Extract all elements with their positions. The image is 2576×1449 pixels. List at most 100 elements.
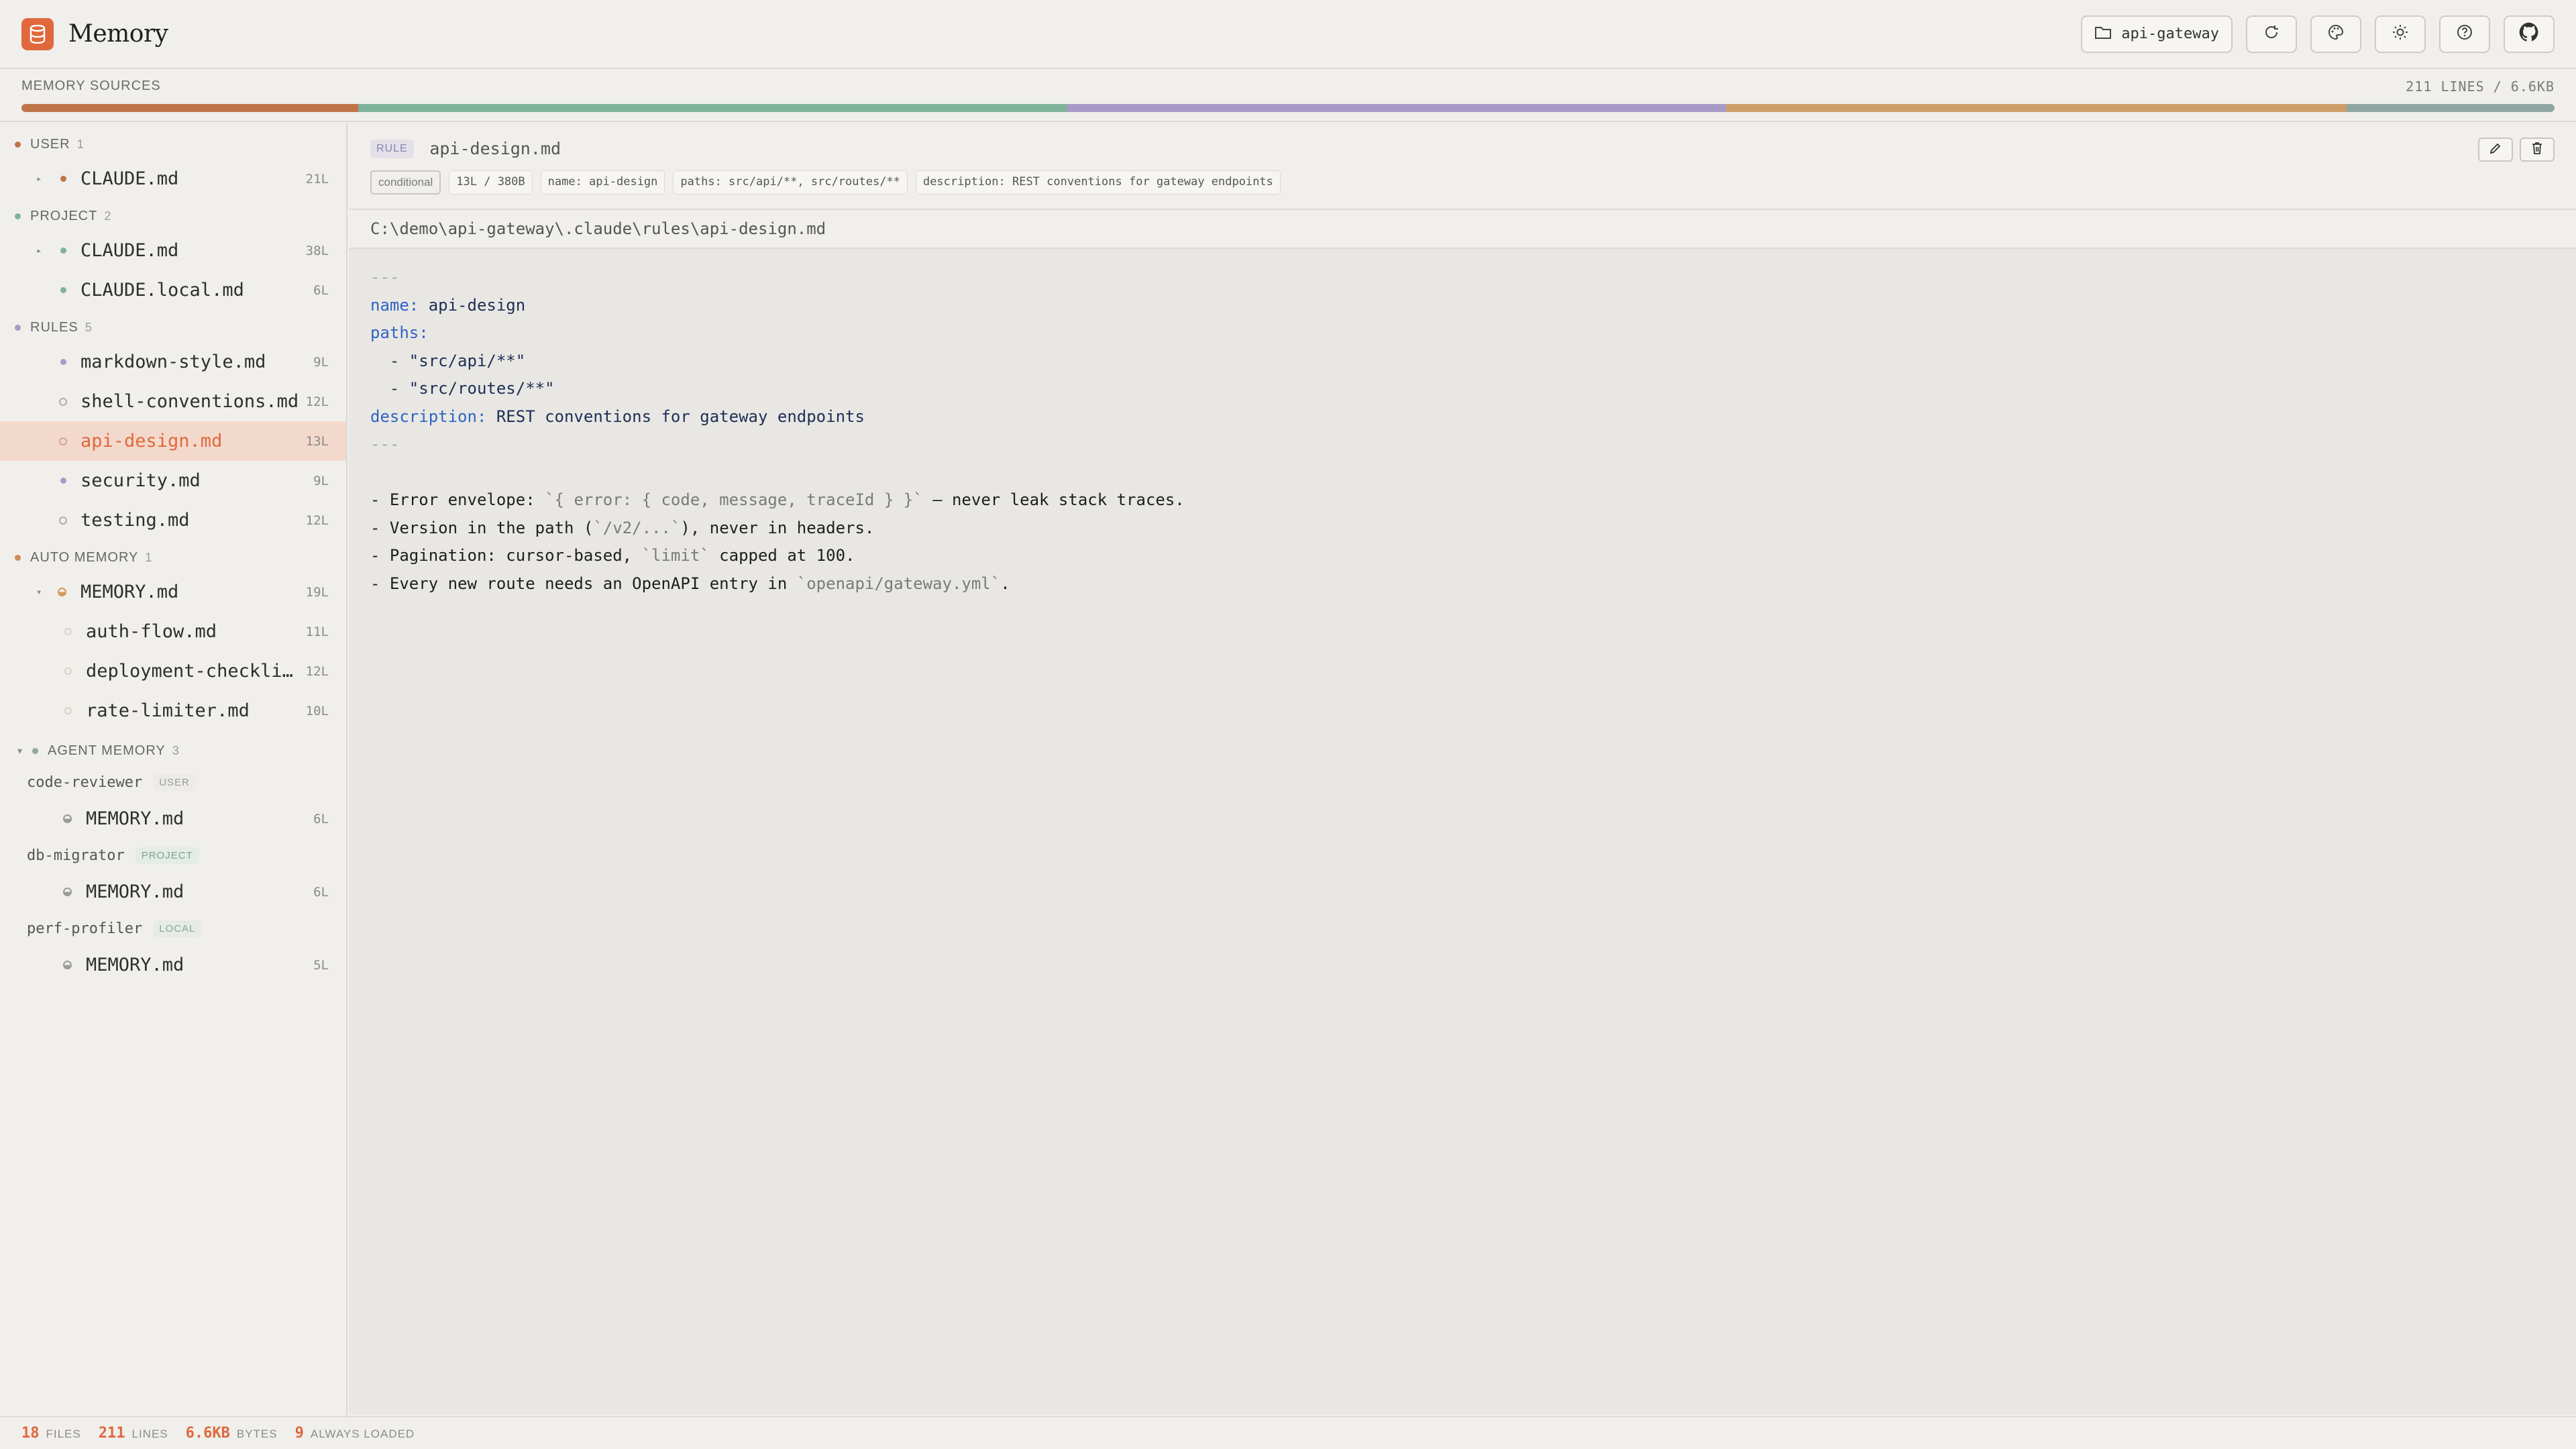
inline-code: `limit` [641, 546, 710, 565]
text: ), never in headers. [680, 518, 875, 537]
file-name: deployment-checklis… [86, 661, 301, 682]
file-lines: 10L [305, 703, 329, 718]
stat-bytes-value: 6.6KB [185, 1425, 230, 1442]
stat-always-label: ALWAYS LOADED [310, 1428, 415, 1440]
code-line: --- [370, 268, 400, 286]
agent-name: perf-profiler [27, 920, 143, 937]
memory-sources-summary: 211 LINES / 6.6KB [2406, 78, 2555, 95]
app-header: Memory api-gateway [0, 0, 2576, 69]
file-header: RULE api-design.md conditional 13L / 380… [349, 123, 2576, 210]
source-segment-agent-memory [2347, 104, 2555, 112]
file-meta-chips: conditional 13L / 380B name: api-design … [370, 170, 2555, 195]
sidebar-item-project-claude-local-md[interactable]: CLAUDE.local.md 6L [0, 270, 346, 310]
pencil-icon [2489, 142, 2502, 158]
file-viewer: RULE api-design.md conditional 13L / 380… [349, 123, 2576, 1416]
file-name: CLAUDE.md [80, 240, 179, 261]
file-name: MEMORY.md [86, 808, 184, 829]
file-content[interactable]: --- name: api-design paths: - "src/api/*… [349, 249, 2576, 1415]
stat-always-value: 9 [294, 1425, 304, 1442]
dot-icon [60, 248, 66, 254]
file-lines: 9L [313, 354, 329, 370]
group-auto-count: 1 [145, 550, 153, 564]
stat-files: 18 FILES [21, 1425, 81, 1442]
code-line: paths: [370, 323, 429, 342]
file-lines: 6L [313, 282, 329, 298]
sidebar-item-api-design[interactable]: api-design.md 13L [0, 421, 346, 461]
half-dot-icon [63, 961, 72, 969]
chevron-down-icon[interactable]: ▾ [36, 587, 42, 598]
palette-icon [2327, 23, 2345, 45]
file-lines: 6L [313, 811, 329, 826]
agent-code-reviewer: code-reviewer USER [0, 765, 346, 799]
sidebar-item-code-reviewer-memory[interactable]: MEMORY.md 6L [0, 799, 346, 839]
inline-code: `/v2/...` [593, 518, 681, 537]
sidebar-item-user-claude-md[interactable]: ▸ CLAUDE.md 21L [0, 159, 346, 199]
ring-icon [59, 437, 67, 445]
agent-db-migrator: db-migrator PROJECT [0, 839, 346, 872]
file-name: MEMORY.md [86, 881, 184, 902]
group-project[interactable]: PROJECT 2 [0, 201, 346, 231]
theme-palette-button[interactable] [2310, 15, 2361, 53]
delete-button[interactable] [2520, 138, 2555, 162]
group-auto-memory[interactable]: AUTO MEMORY 1 [0, 543, 346, 572]
edit-button[interactable] [2478, 138, 2513, 162]
inline-code: `openapi/gateway.yml` [796, 574, 1001, 593]
ring-icon [64, 667, 72, 675]
light-mode-button[interactable] [2375, 15, 2426, 53]
chevron-right-icon[interactable]: ▸ [36, 246, 42, 256]
sidebar-item-auto-memory-md[interactable]: ▾ MEMORY.md 19L [0, 572, 346, 612]
sidebar-item-deployment-checklist[interactable]: deployment-checklis… 12L [0, 651, 346, 691]
group-rules[interactable]: RULES 5 [0, 313, 346, 342]
file-name: MEMORY.md [86, 955, 184, 975]
auto-memory-dot-icon [15, 554, 21, 561]
file-type-tag: RULE [370, 139, 414, 158]
code-line: - Version in the path (`/v2/...`), never… [370, 515, 2555, 543]
sidebar-item-auth-flow[interactable]: auth-flow.md 11L [0, 612, 346, 651]
agent-name: code-reviewer [27, 773, 143, 791]
chevron-down-icon[interactable]: ▾ [17, 745, 23, 757]
sidebar-item-project-claude-md[interactable]: ▸ CLAUDE.md 38L [0, 231, 346, 270]
sidebar-item-markdown-style[interactable]: markdown-style.md 9L [0, 342, 346, 382]
group-user[interactable]: USER 1 [0, 129, 346, 159]
file-lines: 12L [305, 394, 329, 409]
sidebar-item-security[interactable]: security.md 9L [0, 461, 346, 500]
chip-conditional: conditional [370, 170, 441, 195]
chip-paths: paths: src/api/**, src/routes/** [673, 170, 908, 195]
stat-lines-value: 211 [98, 1425, 125, 1442]
code-line: - Pagination: cursor-based, `limit` capp… [370, 542, 2555, 570]
scope-badge: USER [153, 773, 196, 791]
text: — never leak stack traces. [922, 490, 1185, 509]
user-dot-icon [15, 141, 21, 148]
dot-icon [60, 359, 66, 365]
code-line: name: api-design [370, 292, 2555, 320]
ring-icon [59, 516, 67, 525]
folder-icon [2094, 25, 2112, 44]
stat-files-label: FILES [46, 1428, 81, 1440]
file-lines: 38L [305, 243, 329, 258]
sidebar-item-perf-profiler-memory[interactable]: MEMORY.md 5L [0, 945, 346, 985]
group-agent-memory[interactable]: ▾ AGENT MEMORY 3 [0, 736, 346, 765]
github-button[interactable] [2504, 15, 2555, 53]
sidebar-item-testing[interactable]: testing.md 12L [0, 500, 346, 540]
group-agent-count: 3 [172, 743, 180, 757]
file-lines: 5L [313, 957, 329, 973]
help-button[interactable] [2439, 15, 2490, 53]
chevron-right-icon[interactable]: ▸ [36, 174, 42, 184]
project-button[interactable]: api-gateway [2081, 15, 2233, 53]
sidebar-item-shell-conventions[interactable]: shell-conventions.md 12L [0, 382, 346, 421]
sidebar-item-db-migrator-memory[interactable]: MEMORY.md 6L [0, 872, 346, 912]
refresh-button[interactable] [2246, 15, 2297, 53]
file-lines: 9L [313, 473, 329, 488]
source-segment-project [358, 104, 1068, 112]
file-name: CLAUDE.local.md [80, 280, 244, 301]
file-name: security.md [80, 470, 201, 491]
source-segment-rules [1067, 104, 1727, 112]
memory-sources: MEMORY SOURCES 211 LINES / 6.6KB [0, 70, 2576, 122]
group-auto-label: AUTO MEMORY [30, 549, 139, 565]
refresh-icon [2263, 23, 2280, 45]
file-lines: 19L [305, 584, 329, 600]
inline-code: `{ error: { code, message, traceId } }` [545, 490, 923, 509]
chip-size: 13L / 380B [449, 170, 533, 195]
sidebar-item-rate-limiter[interactable]: rate-limiter.md 10L [0, 691, 346, 731]
scope-badge: PROJECT [135, 847, 199, 864]
